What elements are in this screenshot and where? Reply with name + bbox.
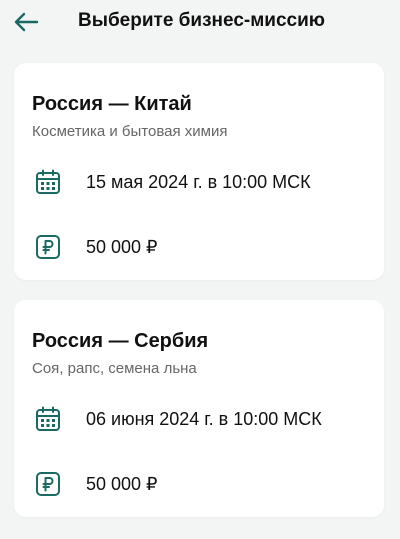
mission-card-russia-serbia[interactable]: Россия — Сербия Соя, рапс, семена льна 0… [14,300,384,517]
mission-card-russia-china[interactable]: Россия — Китай Косметика и бытовая химия… [14,63,384,280]
mission-title: Россия — Китай [32,93,192,115]
calendar-icon [34,168,62,196]
back-button[interactable] [10,8,42,36]
arrow-left-icon [14,12,39,32]
mission-date: 06 июня 2024 г. в 10:00 МСК [86,409,322,429]
mission-title: Россия — Сербия [32,330,209,352]
mission-date: 15 мая 2024 г. в 10:00 МСК [86,172,311,192]
mission-subtitle: Соя, рапс, семена льна [32,360,197,377]
page-title: Выберите бизнес-миссию [78,10,326,31]
ruble-icon [34,470,62,498]
app-header: Выберите бизнес-миссию [0,0,400,44]
mission-price: 50 000 ₽ [86,237,158,257]
ruble-icon [34,233,62,261]
mission-subtitle: Косметика и бытовая химия [32,123,228,140]
mission-price: 50 000 ₽ [86,474,158,494]
calendar-icon [34,405,62,433]
